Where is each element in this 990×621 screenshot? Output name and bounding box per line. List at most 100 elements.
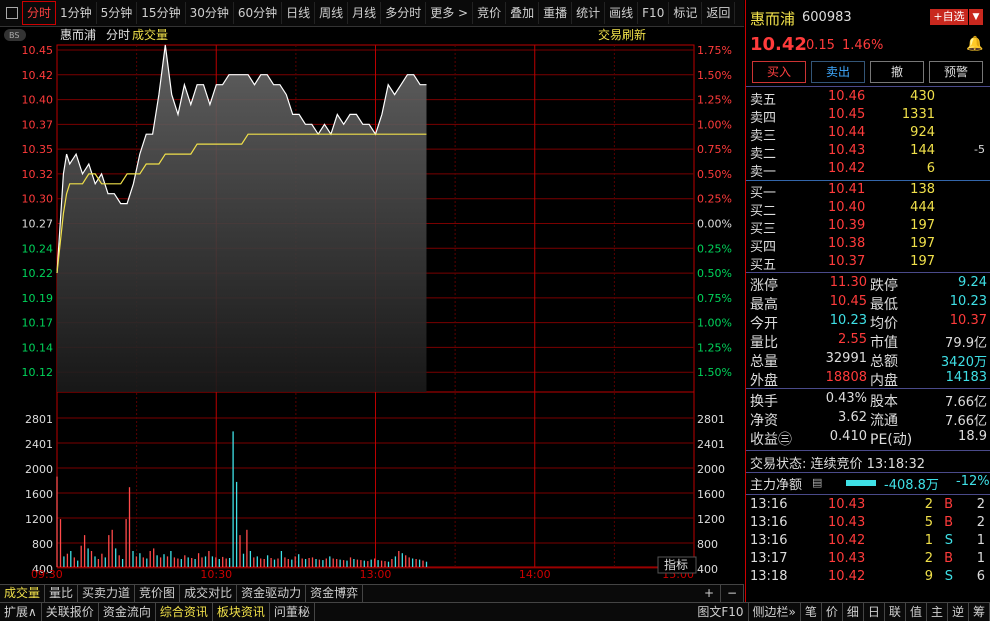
window-toggle-icon[interactable]	[6, 7, 18, 19]
quote-row: 13:17 10.43 2 B 1	[746, 551, 990, 569]
tab-60min[interactable]: 60分钟	[234, 2, 283, 24]
tab-daily[interactable]: 日线	[282, 2, 316, 24]
btn-overlay[interactable]: 叠加	[506, 2, 540, 24]
tab-reverse[interactable]: 逆	[948, 603, 969, 621]
bid-label: 买三	[750, 222, 777, 237]
tab-fund-drive[interactable]: 资金驱动力	[237, 585, 307, 602]
zoom-out-button[interactable]: −	[721, 585, 744, 602]
buy-button[interactable]: 买入	[752, 61, 806, 83]
quote-row: 13:16 10.43 5 B 2	[746, 515, 990, 533]
tick-count: 1	[976, 551, 985, 566]
volume-tick: 800	[32, 538, 53, 551]
tab-value[interactable]: 值	[906, 603, 927, 621]
price-tick: 10.17	[22, 317, 54, 330]
volume-tick-right: 400	[697, 563, 718, 576]
tab-general-news[interactable]: 综合资讯	[156, 603, 213, 621]
tab-sector-news[interactable]: 板块资讯	[213, 603, 270, 621]
cancel-order-button[interactable]: 撤	[870, 61, 924, 83]
refresh-label[interactable]: 交易刷新	[598, 27, 646, 42]
tab-link[interactable]: 联	[885, 603, 906, 621]
bid-volume: 197	[910, 254, 935, 269]
add-watchlist-button[interactable]: +自选	[930, 9, 968, 25]
bid-volume: 444	[910, 200, 935, 215]
tab-volume[interactable]: 成交量	[0, 585, 46, 602]
tab-price[interactable]: 价	[822, 603, 843, 621]
price-tick: 10.30	[22, 193, 54, 206]
tab-ask-secretary[interactable]: 问董秘	[270, 603, 315, 621]
main-flow-pct: -12%	[956, 474, 990, 489]
pct-tick: 1.75%	[697, 44, 732, 57]
bid-label: 买四	[750, 240, 777, 255]
tab-related-quote[interactable]: 关联报价	[42, 603, 99, 621]
tab-day[interactable]: 日	[864, 603, 885, 621]
tab-fund-flow[interactable]: 资金流向	[99, 603, 156, 621]
btn-graphic-f10[interactable]: 图文F10	[693, 603, 749, 621]
stat-value: 7.66亿	[945, 395, 987, 410]
btn-f10[interactable]: F10	[638, 2, 670, 24]
quote-row: 买二 10.40 444	[746, 200, 990, 219]
tab-trade-compare[interactable]: 成交对比	[180, 585, 238, 602]
stat-value: 0.410	[829, 429, 867, 444]
tab-tick[interactable]: 笔	[801, 603, 822, 621]
stat-value: 18.9	[958, 429, 987, 444]
tab-weekly[interactable]: 周线	[315, 2, 349, 24]
tab-detail[interactable]: 细	[843, 603, 864, 621]
alarm-bell-icon[interactable]: 🔔	[966, 36, 983, 52]
watchlist-dropdown-icon[interactable]: ▼	[969, 9, 983, 25]
tab-intraday[interactable]: 分时	[22, 1, 57, 25]
zoom-in-button[interactable]: +	[698, 585, 721, 602]
time-tick: 09:30	[31, 568, 63, 581]
tab-main[interactable]: 主	[927, 603, 948, 621]
period-toolbar: 分时 1分钟 5分钟 15分钟 30分钟 60分钟 日线 周线 月线 多分时 更…	[0, 0, 744, 27]
quote-row: 卖二 10.43 144 -5	[746, 143, 990, 162]
tab-fund-game[interactable]: 资金博弈	[306, 585, 364, 602]
tab-5min[interactable]: 5分钟	[97, 2, 138, 24]
alert-button[interactable]: 预警	[929, 61, 983, 83]
tick-volume: 9	[924, 569, 933, 584]
quote-row: 13:16 10.43 2 B 2	[746, 497, 990, 515]
btn-replay[interactable]: 重播	[539, 2, 573, 24]
ask-price: 10.42	[828, 161, 866, 176]
btn-stats[interactable]: 统计	[572, 2, 606, 24]
chart-indicator[interactable]: 成交量	[132, 27, 168, 42]
price-tick: 10.24	[22, 242, 54, 255]
btn-mark[interactable]: 标记	[669, 2, 703, 24]
tab-buy-sell-force[interactable]: 买卖力道	[78, 585, 136, 602]
tab-30min[interactable]: 30分钟	[186, 2, 234, 24]
expand-button[interactable]: 扩展∧	[0, 603, 42, 621]
tab-more[interactable]: 更多 >	[426, 2, 474, 24]
btn-auction[interactable]: 竞价	[473, 2, 507, 24]
quote-row: 13:16 10.42 1 S 1	[746, 533, 990, 551]
sell-button[interactable]: 卖出	[811, 61, 865, 83]
price-tick: 10.40	[22, 94, 54, 107]
tick-price: 10.42	[828, 569, 866, 584]
intraday-chart[interactable]: 10.45 10.42 10.40 10.37 10.35 10.32 10.30 10.27…	[0, 26, 744, 582]
tab-volume-ratio[interactable]: 量比	[45, 585, 79, 602]
price-change: 0.15	[806, 38, 835, 53]
quote-row: 卖四 10.45 1331	[746, 107, 990, 126]
btn-back[interactable]: 返回	[702, 2, 736, 24]
tick-side: S	[944, 533, 953, 548]
btn-sidebar[interactable]: 侧边栏»	[749, 603, 801, 621]
ask-price: 10.45	[828, 107, 866, 122]
stock-code: 600983	[802, 10, 852, 25]
stat-label: 最高	[750, 297, 778, 313]
last-price: 10.42	[750, 34, 807, 55]
btn-draw[interactable]: 画线	[605, 2, 639, 24]
bid-label: 买五	[750, 258, 777, 273]
tab-15min[interactable]: 15分钟	[137, 2, 186, 24]
tick-volume: 1	[924, 533, 933, 548]
tab-multi-intraday[interactable]: 多分时	[381, 2, 427, 24]
pct-tick: 1.00%	[697, 118, 732, 131]
tab-chips[interactable]: 筹	[969, 603, 990, 621]
stat-value: 32991	[825, 351, 867, 366]
tick-volume: 2	[924, 551, 933, 566]
info-icon[interactable]: ▤	[812, 476, 822, 489]
stat-label: 跌停	[870, 278, 898, 294]
volume-tick-right: 1200	[697, 513, 725, 526]
tick-side: S	[944, 569, 953, 584]
tab-1min[interactable]: 1分钟	[56, 2, 97, 24]
tab-monthly[interactable]: 月线	[348, 2, 382, 24]
stat-label: PE(动)	[870, 432, 913, 448]
tab-auction-chart[interactable]: 竞价图	[135, 585, 181, 602]
